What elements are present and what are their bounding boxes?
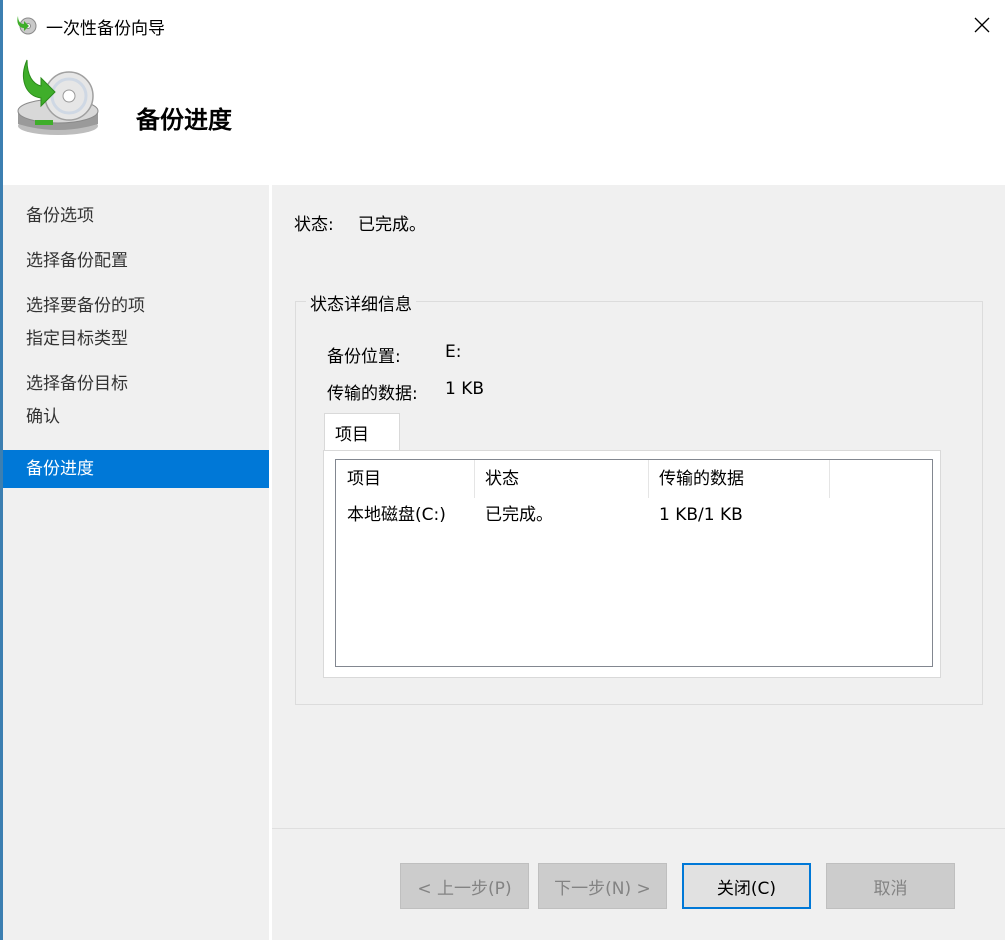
column-header-item[interactable]: 项目 [336, 460, 474, 498]
column-separator[interactable] [829, 460, 830, 498]
title-bar: 一次性备份向导 [3, 0, 1005, 50]
close-button[interactable]: 关闭(C) [682, 863, 811, 909]
backup-disk-icon [17, 59, 99, 135]
page-heading: 备份进度 [136, 106, 232, 134]
step-select-config[interactable]: 选择备份配置 [3, 242, 269, 280]
status-details-title: 状态详细信息 [306, 290, 416, 315]
backup-location-value: E: [445, 342, 462, 362]
cancel-button[interactable]: 取消 [826, 863, 955, 909]
next-button[interactable]: 下一步(N) > [538, 863, 667, 909]
status-label: 状态: [294, 215, 334, 235]
wizard-header: 备份进度 [3, 50, 1005, 185]
close-window-button[interactable] [959, 0, 1005, 50]
column-header-transferred[interactable]: 传输的数据 [648, 460, 829, 498]
close-icon [974, 17, 990, 33]
status-value: 已完成。 [358, 215, 426, 235]
wizard-window: 一次性备份向导 备份进度 备份选项 选择备份配置 选择要备份的项 指定目标类型 … [0, 0, 1005, 940]
window-title: 一次性备份向导 [46, 19, 165, 39]
step-backup-progress[interactable]: 备份进度 [3, 450, 269, 488]
backup-app-icon [17, 16, 37, 35]
row-item-status: 已完成。 [485, 505, 553, 525]
items-list[interactable]: 项目 状态 传输的数据 本地磁盘(C:) 已完成。 1 KB/1 KB [335, 459, 933, 667]
items-tab-panel: 项目 状态 传输的数据 本地磁盘(C:) 已完成。 1 KB/1 KB [323, 450, 941, 678]
main-content: 状态: 已完成。 状态详细信息 备份位置: E: 传输的数据: 1 KB 项目 … [272, 185, 1005, 828]
previous-button[interactable]: < 上一步(P) [400, 863, 529, 909]
wizard-steps-sidebar: 备份选项 选择备份配置 选择要备份的项 指定目标类型 选择备份目标 确认 备份进… [3, 185, 269, 940]
wizard-footer: < 上一步(P) 下一步(N) > 关闭(C) 取消 [272, 828, 1005, 940]
row-item-transferred: 1 KB/1 KB [659, 505, 743, 525]
column-header-status[interactable]: 状态 [474, 460, 648, 498]
step-confirm[interactable]: 确认 [3, 398, 269, 436]
row-item-name: 本地磁盘(C:) [347, 505, 446, 525]
tab-items[interactable]: 项目 [324, 413, 400, 451]
backup-location-label: 备份位置: [327, 347, 401, 367]
step-destination-type[interactable]: 指定目标类型 [3, 320, 269, 358]
transferred-data-label: 传输的数据: [327, 384, 418, 404]
transferred-data-value: 1 KB [445, 379, 485, 399]
step-backup-options[interactable]: 备份选项 [3, 197, 269, 235]
